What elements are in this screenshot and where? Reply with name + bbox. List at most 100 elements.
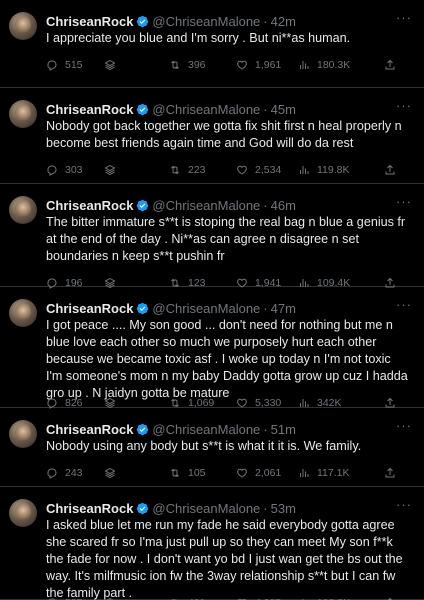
timestamp[interactable]: 47m xyxy=(271,301,296,316)
more-options-icon[interactable]: ··· xyxy=(396,418,412,433)
display-name[interactable]: ChriseanRock xyxy=(46,501,133,516)
reply-icon xyxy=(47,165,57,176)
avatar[interactable] xyxy=(9,499,37,527)
tweet-text: I got peace .... My son good ... don't n… xyxy=(46,318,408,400)
views-chart-icon xyxy=(300,469,309,477)
tweet[interactable]: ChriseanRock @ChriseanMalone · 45m ··· N… xyxy=(0,88,424,184)
timestamp[interactable]: 45m xyxy=(271,102,296,117)
retweet-count: 223 xyxy=(188,164,206,176)
like-button[interactable]: 2,534 xyxy=(236,164,281,176)
views-button[interactable]: 117.1K xyxy=(298,467,350,479)
separator-dot: · xyxy=(263,13,268,29)
user-handle[interactable]: @ChriseanMalone xyxy=(152,14,260,29)
user-handle[interactable]: @ChriseanMalone xyxy=(152,301,260,316)
heart-icon xyxy=(237,165,247,175)
reply-button[interactable]: 243 xyxy=(46,467,83,479)
share-button[interactable] xyxy=(384,59,396,71)
user-handle[interactable]: @ChriseanMalone xyxy=(152,102,260,117)
tweet-actions: 303 223 2,534 119.8K xyxy=(46,162,410,178)
more-options-icon[interactable]: ··· xyxy=(396,297,412,312)
view-count: 117.1K xyxy=(317,467,350,479)
view-count: 119.8K xyxy=(317,164,350,176)
reply-count: 515 xyxy=(65,59,83,71)
tweet-feed: ChriseanRock @ChriseanMalone · 42m ··· I… xyxy=(0,0,424,600)
avatar[interactable] xyxy=(9,196,37,224)
reply-button[interactable]: 303 xyxy=(46,164,83,176)
view-count: 180.3K xyxy=(317,59,351,71)
hidden-replies-button[interactable] xyxy=(104,164,116,176)
tweet-text: Nobody got back together we gotta fix sh… xyxy=(46,119,402,150)
retweet-button[interactable]: 105 xyxy=(169,467,206,479)
tweet[interactable]: ChriseanRock @ChriseanMalone · 46m ··· T… xyxy=(0,184,424,289)
hidden-replies-button[interactable] xyxy=(104,59,116,71)
retweet-icon xyxy=(171,165,179,175)
separator-dot: · xyxy=(263,197,268,213)
reply-icon xyxy=(47,468,57,479)
retweet-button[interactable]: 396 xyxy=(169,59,206,71)
hidden-replies-icon xyxy=(104,59,116,71)
verified-badge-icon xyxy=(137,302,149,314)
display-name[interactable]: ChriseanRock xyxy=(46,14,133,29)
retweet-count: 105 xyxy=(188,467,206,479)
timestamp[interactable]: 42m xyxy=(271,14,296,29)
like-count: 2,061 xyxy=(255,467,282,479)
display-name[interactable]: ChriseanRock xyxy=(46,102,133,117)
views-chart-icon xyxy=(300,61,309,69)
like-button[interactable]: 1,961 xyxy=(236,59,281,71)
like-count: 2,534 xyxy=(255,164,282,176)
retweet-icon xyxy=(171,60,179,70)
share-button[interactable] xyxy=(384,164,396,176)
more-options-icon[interactable]: ··· xyxy=(396,98,412,113)
retweet-button[interactable]: 223 xyxy=(169,164,206,176)
user-handle[interactable]: @ChriseanMalone xyxy=(152,422,260,437)
views-button[interactable]: 180.3K xyxy=(298,59,350,71)
tweet-header: ChriseanRock @ChriseanMalone · 42m xyxy=(46,12,414,30)
tweet[interactable]: ChriseanRock @ChriseanMalone · 53m ··· I… xyxy=(0,487,424,600)
avatar[interactable] xyxy=(9,299,37,327)
hidden-replies-icon xyxy=(104,467,116,479)
avatar[interactable] xyxy=(9,100,37,128)
like-button[interactable]: 2,061 xyxy=(236,467,281,479)
separator-dot: · xyxy=(263,500,268,516)
verified-badge-icon xyxy=(137,502,149,514)
views-button[interactable]: 119.8K xyxy=(298,164,350,176)
tweet-text: Nobody using any body but s**t is what i… xyxy=(46,439,362,453)
separator-dot: · xyxy=(263,421,268,437)
verified-badge-icon xyxy=(137,199,149,211)
reply-button[interactable]: 515 xyxy=(46,59,83,71)
more-options-icon[interactable]: ··· xyxy=(396,10,412,25)
reply-icon xyxy=(47,60,57,71)
display-name[interactable]: ChriseanRock xyxy=(46,198,133,213)
timestamp[interactable]: 51m xyxy=(271,422,296,437)
avatar[interactable] xyxy=(9,12,37,40)
views-chart-icon xyxy=(300,166,309,174)
timestamp[interactable]: 46m xyxy=(271,198,296,213)
share-icon xyxy=(385,164,395,175)
user-handle[interactable]: @ChriseanMalone xyxy=(152,198,260,213)
tweet-text: The bitter immature s**t is stoping the … xyxy=(46,215,406,263)
more-options-icon[interactable]: ··· xyxy=(396,497,412,512)
user-handle[interactable]: @ChriseanMalone xyxy=(152,501,260,516)
tweet[interactable]: ChriseanRock @ChriseanMalone · 51m ··· N… xyxy=(0,408,424,487)
tweet-header: ChriseanRock @ChriseanMalone · 51m xyxy=(46,420,414,438)
hidden-replies-button[interactable] xyxy=(104,467,116,479)
tweet[interactable]: ChriseanRock @ChriseanMalone · 42m ··· I… xyxy=(0,0,424,88)
timestamp[interactable]: 53m xyxy=(271,501,296,516)
hidden-replies-icon xyxy=(104,164,116,176)
tweet-header: ChriseanRock @ChriseanMalone · 53m xyxy=(46,499,414,517)
avatar[interactable] xyxy=(9,420,37,448)
share-button[interactable] xyxy=(384,467,396,479)
tweet-actions: 597 491 4,985 198.3K xyxy=(46,595,410,600)
separator-dot: · xyxy=(263,300,268,316)
tweet-actions: 243 105 2,061 117.1K xyxy=(46,465,410,481)
heart-icon xyxy=(237,468,247,478)
reply-count: 243 xyxy=(65,467,83,479)
display-name[interactable]: ChriseanRock xyxy=(46,301,133,316)
more-options-icon[interactable]: ··· xyxy=(396,194,412,209)
tweet-text: I appreciate you blue and I'm sorry . Bu… xyxy=(46,31,351,45)
verified-badge-icon xyxy=(137,15,149,27)
tweet-header: ChriseanRock @ChriseanMalone · 46m xyxy=(46,196,414,214)
display-name[interactable]: ChriseanRock xyxy=(46,422,133,437)
tweet[interactable]: ChriseanRock @ChriseanMalone · 47m ··· I… xyxy=(0,287,424,409)
reply-count: 303 xyxy=(65,164,83,176)
